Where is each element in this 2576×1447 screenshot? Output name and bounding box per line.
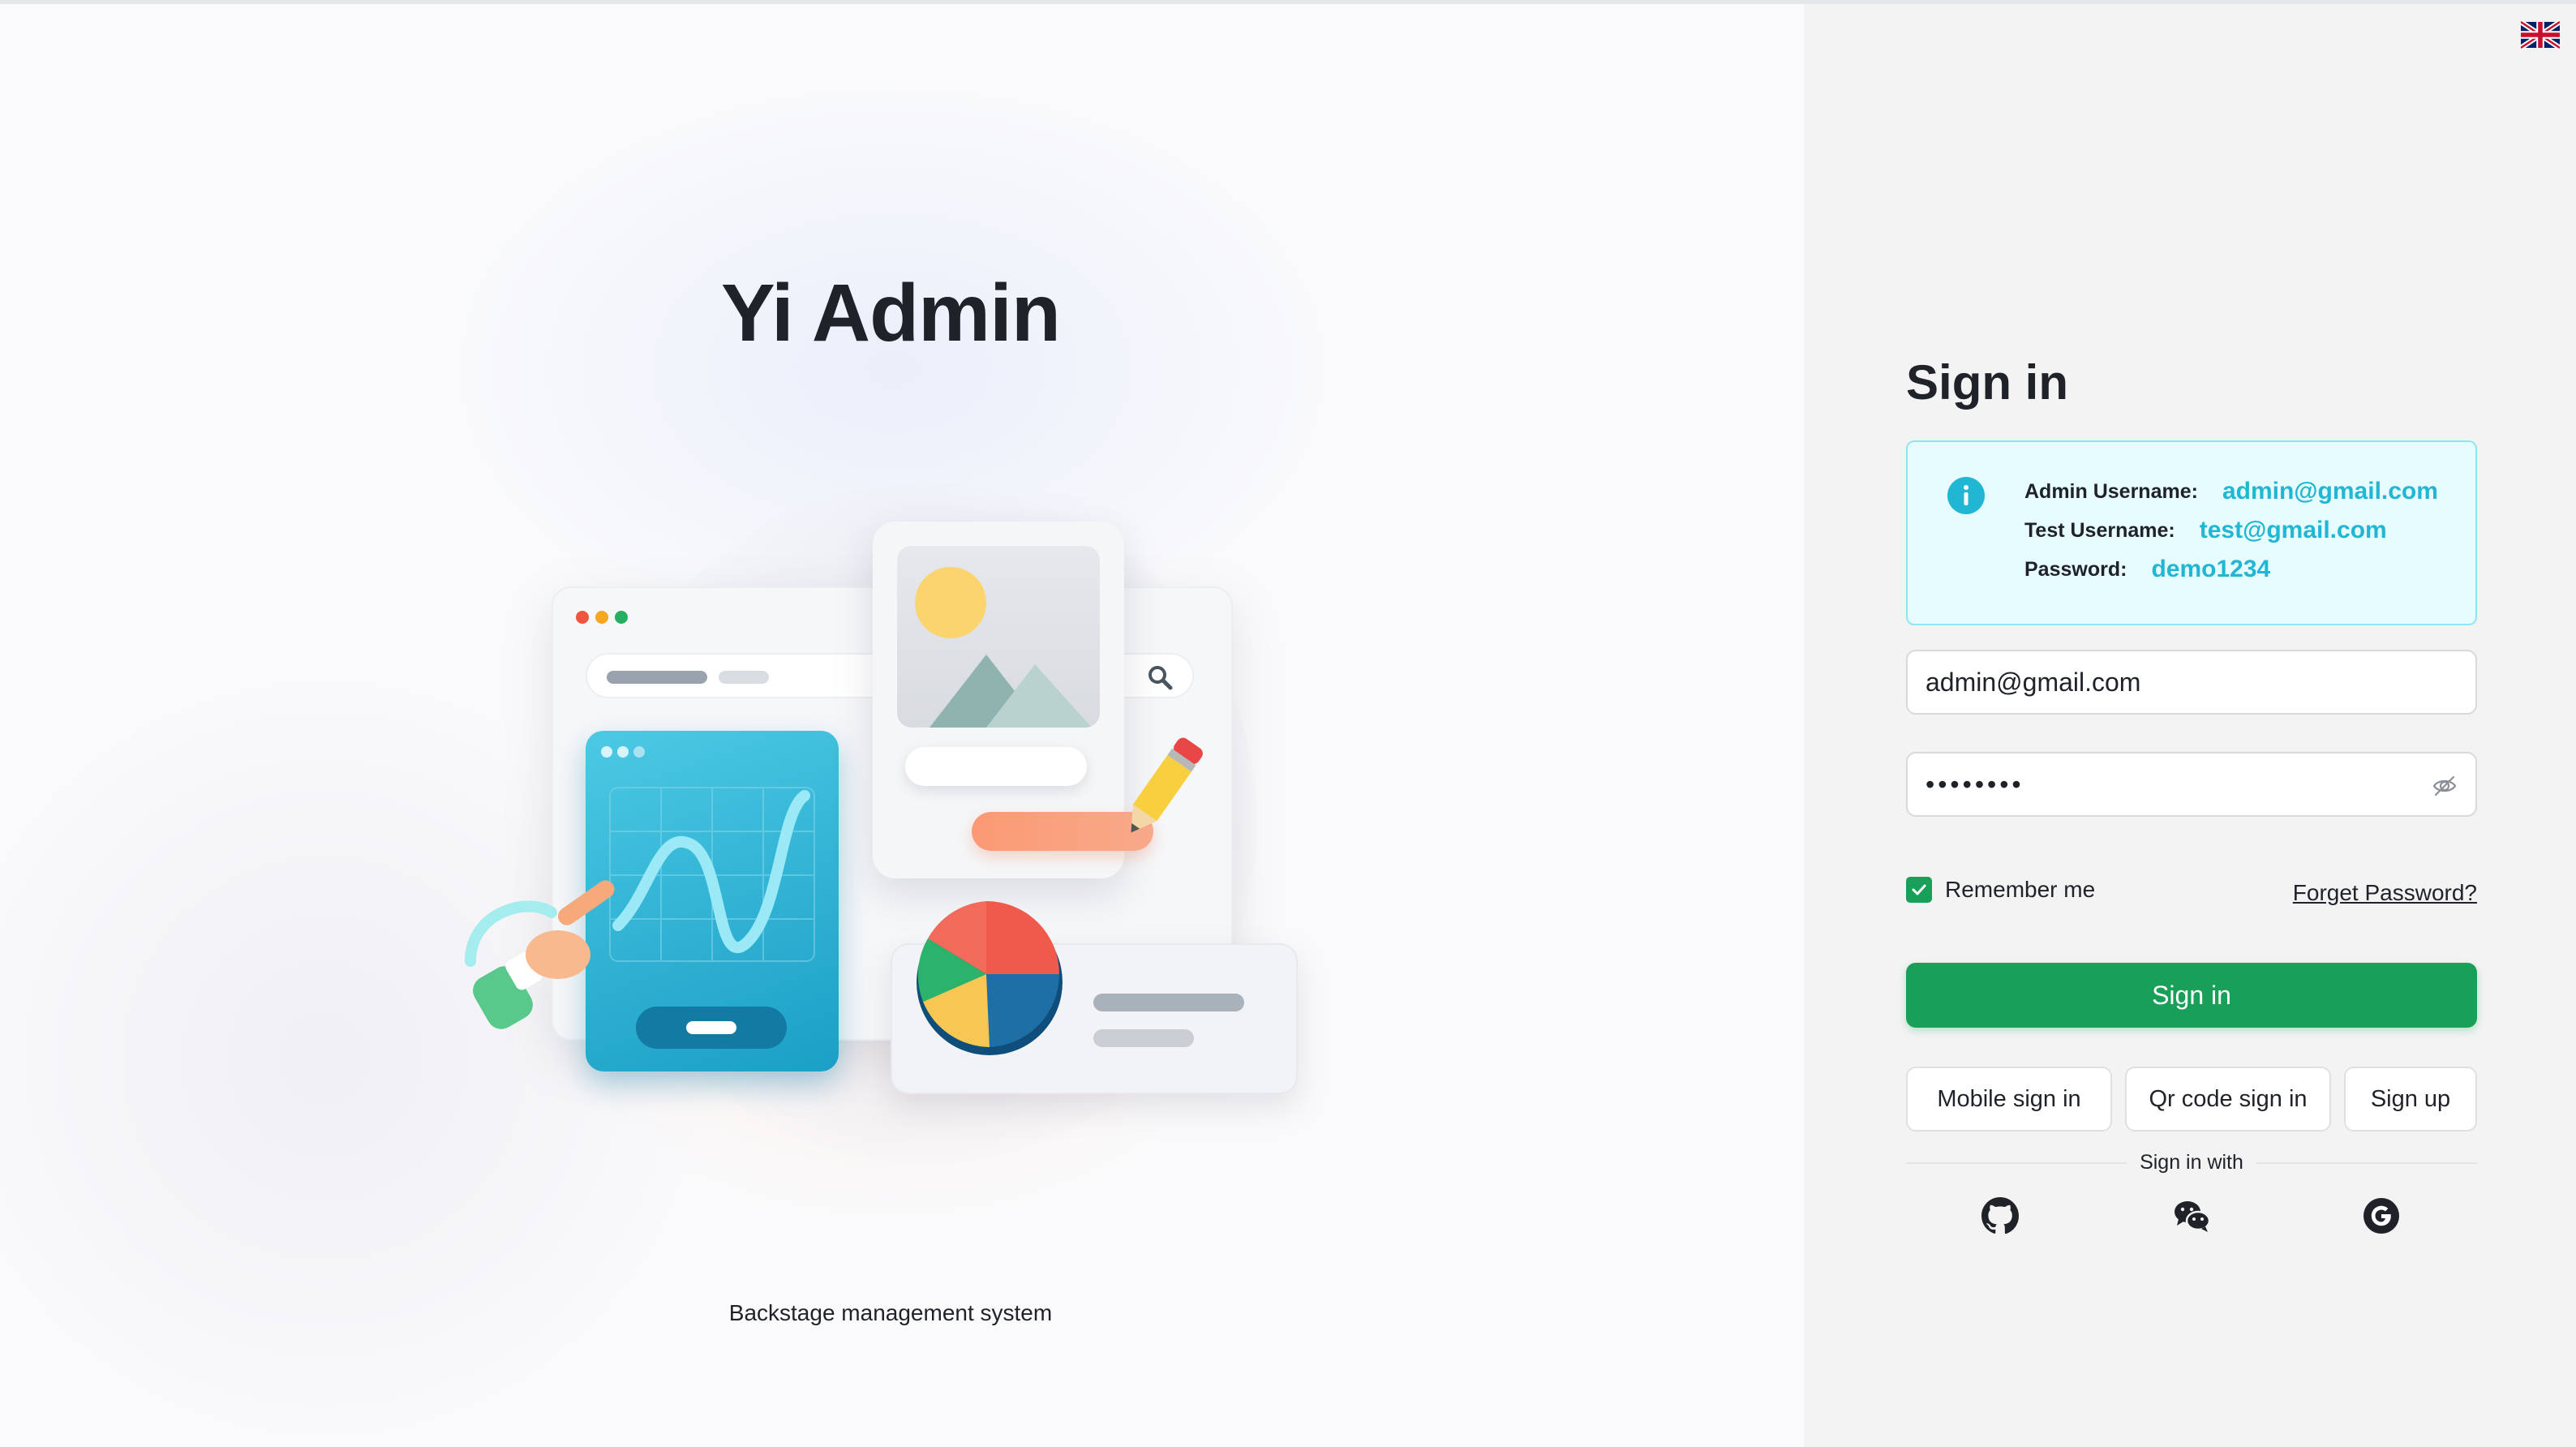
signin-button[interactable]: Sign in bbox=[1906, 963, 2477, 1028]
demo-credentials-alert: Admin Username: admin@gmail.com Test Use… bbox=[1906, 440, 2477, 625]
admin-username-row: Admin Username: admin@gmail.com bbox=[2024, 478, 2438, 505]
forget-password-link[interactable]: Forget Password? bbox=[2293, 880, 2477, 906]
checkbox-checked-icon[interactable] bbox=[1906, 877, 1932, 903]
test-username-row: Test Username: test@gmail.com bbox=[2024, 517, 2387, 544]
password-hint-label: Password: bbox=[2024, 557, 2127, 581]
admin-username-label: Admin Username: bbox=[2024, 479, 2198, 503]
password-hint-value: demo1234 bbox=[2151, 556, 2271, 582]
signin-panel: Sign in Admin Username: admin@gmail.com … bbox=[1804, 4, 2576, 1447]
uk-flag-icon[interactable] bbox=[2521, 20, 2560, 49]
password-field[interactable] bbox=[1906, 752, 2477, 817]
pie-chart-graphic bbox=[917, 901, 1063, 1055]
app-title: Yi Admin bbox=[721, 268, 1061, 359]
admin-username-value: admin@gmail.com bbox=[2222, 478, 2438, 505]
hero-panel: Yi Admin Backstage management system bbox=[0, 4, 1804, 1447]
info-icon bbox=[1947, 477, 1985, 514]
search-icon bbox=[1148, 666, 1173, 690]
test-username-label: Test Username: bbox=[2024, 518, 2175, 542]
signin-with-divider: Sign in with bbox=[1906, 1146, 2477, 1179]
username-field[interactable] bbox=[1906, 650, 2477, 715]
qr-code-signin-button[interactable]: Qr code sign in bbox=[2125, 1067, 2331, 1131]
pointing-hand-graphic bbox=[465, 880, 615, 1029]
app-subtitle: Backstage management system bbox=[728, 1300, 1053, 1325]
signin-with-label: Sign in with bbox=[2127, 1151, 2256, 1174]
pencil-graphic bbox=[1131, 737, 1203, 833]
signin-title: Sign in bbox=[1906, 355, 2068, 410]
wechat-icon[interactable] bbox=[2172, 1196, 2211, 1235]
dashboard-illustration bbox=[446, 483, 1306, 1180]
eye-off-icon[interactable] bbox=[2432, 773, 2458, 799]
github-icon[interactable] bbox=[1981, 1196, 2020, 1235]
google-icon[interactable] bbox=[2362, 1196, 2401, 1235]
username-input[interactable] bbox=[1926, 651, 2428, 713]
signup-button[interactable]: Sign up bbox=[2344, 1067, 2477, 1131]
remember-me-checkbox[interactable]: Remember me bbox=[1906, 877, 2095, 903]
password-input[interactable] bbox=[1926, 754, 2428, 815]
remember-me-label[interactable]: Remember me bbox=[1945, 877, 2095, 903]
mobile-signin-button[interactable]: Mobile sign in bbox=[1906, 1067, 2112, 1131]
test-username-value: test@gmail.com bbox=[2199, 517, 2387, 543]
password-hint-row: Password: demo1234 bbox=[2024, 556, 2270, 583]
